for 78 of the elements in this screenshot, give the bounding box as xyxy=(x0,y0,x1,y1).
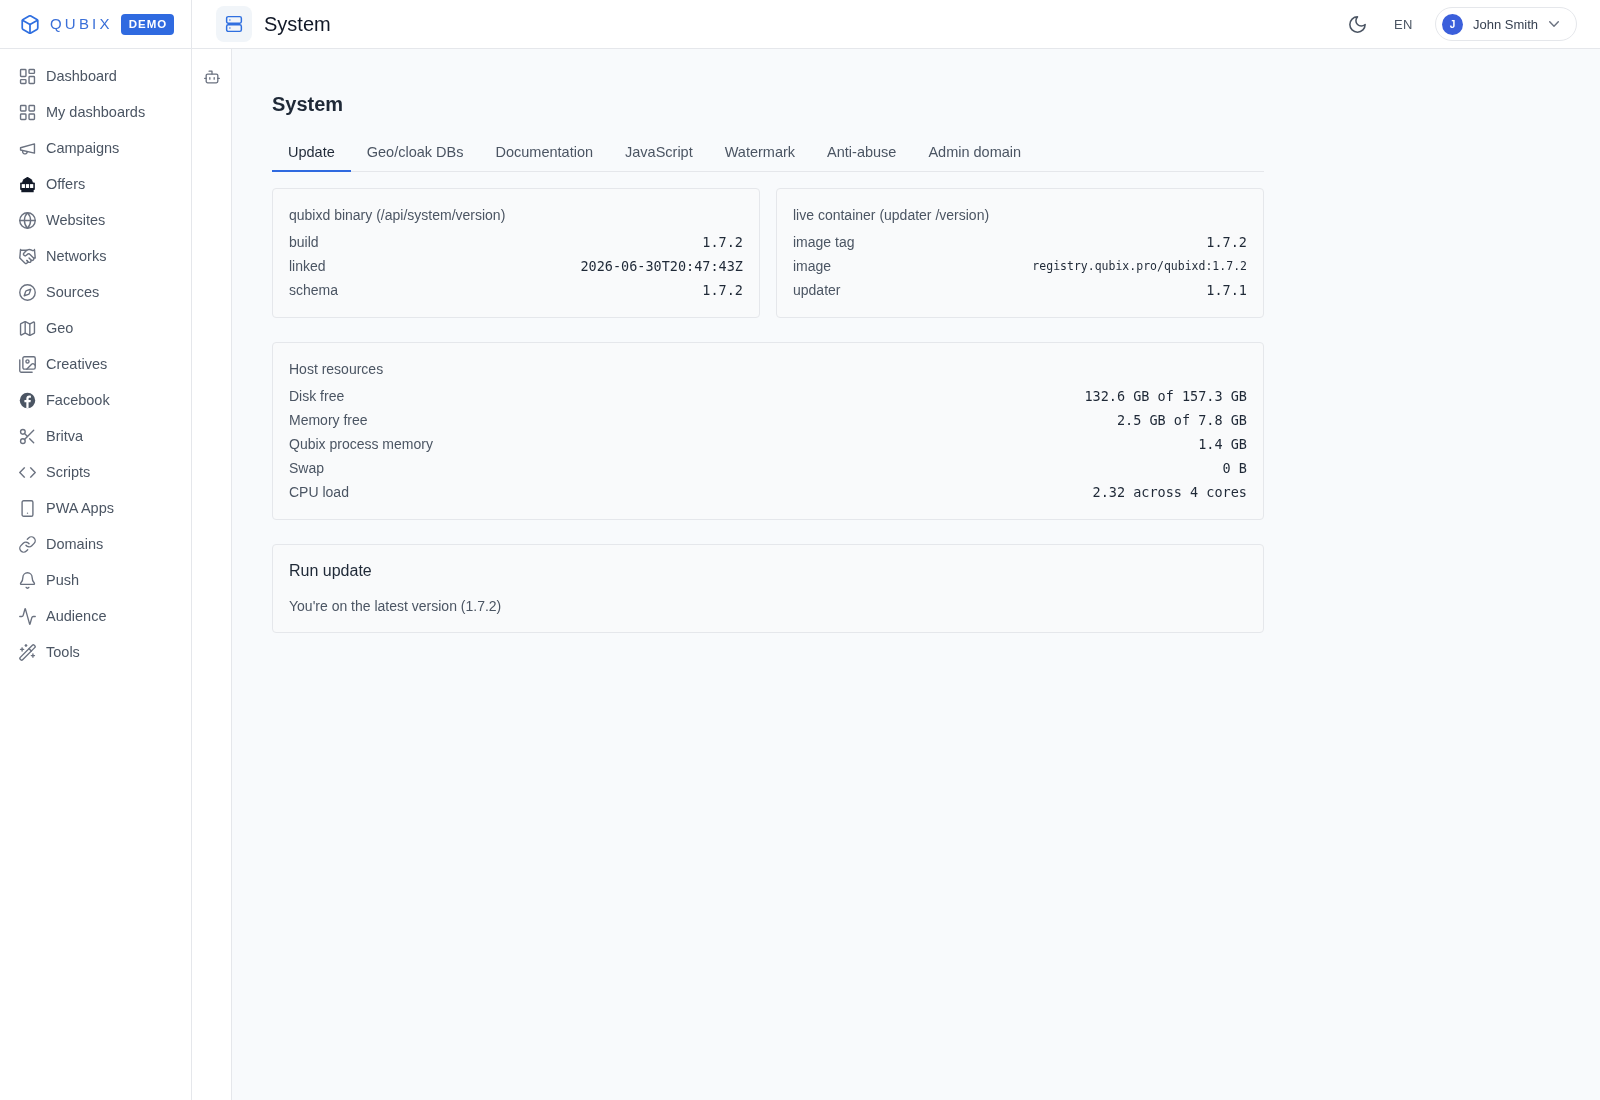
sidebar-item[interactable]: Creatives xyxy=(0,346,191,382)
avatar: J xyxy=(1441,13,1463,35)
bell-icon xyxy=(19,571,36,589)
pulse-line-icon xyxy=(19,607,36,625)
map-icon xyxy=(19,319,36,337)
field-value: 2026-06-30T20:47:43Z xyxy=(580,258,743,274)
compass-icon xyxy=(19,283,36,301)
brand-name: QUBIX xyxy=(50,14,113,34)
field-label: Memory free xyxy=(289,412,368,428)
card-title: qubixd binary (/api/system/version) xyxy=(289,206,507,225)
tab[interactable]: Watermark xyxy=(708,136,812,172)
field-label: image xyxy=(793,258,832,274)
field-label: linked xyxy=(289,258,326,274)
field-value: 2.5 GB of 7.8 GB xyxy=(1116,412,1247,428)
user-menu-button[interactable]: J John Smith xyxy=(1434,7,1577,41)
sidebar-item[interactable]: Dashboard xyxy=(0,58,191,94)
demo-badge: DEMO xyxy=(120,13,175,35)
sidebar-item[interactable]: Sources xyxy=(0,274,191,310)
field-value: 2.32 across 4 cores xyxy=(1092,484,1247,500)
field-value: 1.4 GB xyxy=(1198,436,1247,452)
sidebar-item[interactable]: My dashboards xyxy=(0,94,191,130)
field-label: image tag xyxy=(793,234,855,250)
sidebar-item[interactable]: Audience xyxy=(0,598,191,634)
field-value: registry.qubix.pro/qubixd:1.7.2 xyxy=(1032,259,1247,273)
layout-grid-icon xyxy=(19,67,36,85)
smartphone-icon xyxy=(19,499,36,517)
card-title: Host resources xyxy=(289,360,385,379)
field-label: Qubix process memory xyxy=(289,436,433,452)
field-value: 132.6 GB of 157.3 GB xyxy=(1084,388,1247,404)
tab[interactable]: JavaScript xyxy=(609,136,709,172)
link-icon xyxy=(19,535,36,553)
sidebar-item[interactable]: Offers xyxy=(0,166,191,202)
status-message: You're on the latest version (1.7.2) xyxy=(289,597,503,616)
cube-icon xyxy=(21,14,39,34)
field-label: schema xyxy=(289,282,339,298)
page-header-title: System xyxy=(264,12,331,36)
tab[interactable]: Update xyxy=(272,136,351,172)
field-value: 1.7.1 xyxy=(1206,282,1247,298)
card-title: Run update xyxy=(289,561,373,581)
card-title: live container (updater /version) xyxy=(793,206,991,225)
sidebar-item[interactable]: Websites xyxy=(0,202,191,238)
sidebar-item[interactable]: Facebook xyxy=(0,382,191,418)
globe-icon xyxy=(19,211,36,229)
field-value: 1.7.2 xyxy=(1206,234,1247,250)
tab[interactable]: Geo/cloak DBs xyxy=(350,136,480,172)
server-icon xyxy=(216,6,252,42)
field-label: CPU load xyxy=(289,484,349,500)
handshake-icon xyxy=(19,247,36,265)
chevron-down-icon xyxy=(1549,21,1559,27)
sidebar-item[interactable]: Geo xyxy=(0,310,191,346)
moon-icon[interactable] xyxy=(1348,15,1366,33)
layout-grid-icon xyxy=(19,103,36,121)
facebook-icon xyxy=(19,391,36,409)
field-label: updater xyxy=(793,282,841,298)
page-title: System xyxy=(272,92,345,116)
field-label: build xyxy=(289,234,319,250)
scissors-icon xyxy=(19,427,36,445)
sidebar-item[interactable]: Networks xyxy=(0,238,191,274)
field-value: 1.7.2 xyxy=(702,282,743,298)
sidebar-item[interactable]: Domains xyxy=(0,526,191,562)
images-icon xyxy=(19,355,36,373)
field-value: 1.7.2 xyxy=(702,234,743,250)
sidebar-item[interactable]: Push xyxy=(0,562,191,598)
magic-wand-icon xyxy=(19,643,36,661)
sidebar-item[interactable]: Scripts xyxy=(0,454,191,490)
language-button[interactable]: EN xyxy=(1391,12,1415,36)
tab[interactable]: Anti-abuse xyxy=(811,136,913,172)
slot-machine-icon xyxy=(19,175,36,193)
field-label: Disk free xyxy=(289,388,345,404)
field-value: 0 B xyxy=(1222,460,1247,476)
robot-icon[interactable] xyxy=(203,70,220,84)
sidebar-item[interactable]: Britva xyxy=(0,418,191,454)
sidebar-item[interactable]: Campaigns xyxy=(0,130,191,166)
tab[interactable]: Admin domain xyxy=(912,136,1038,172)
sidebar-item[interactable]: Tools xyxy=(0,634,191,670)
field-label: Swap xyxy=(289,460,325,476)
sidebar-item[interactable]: PWA Apps xyxy=(0,490,191,526)
tab[interactable]: Documentation xyxy=(479,136,609,172)
